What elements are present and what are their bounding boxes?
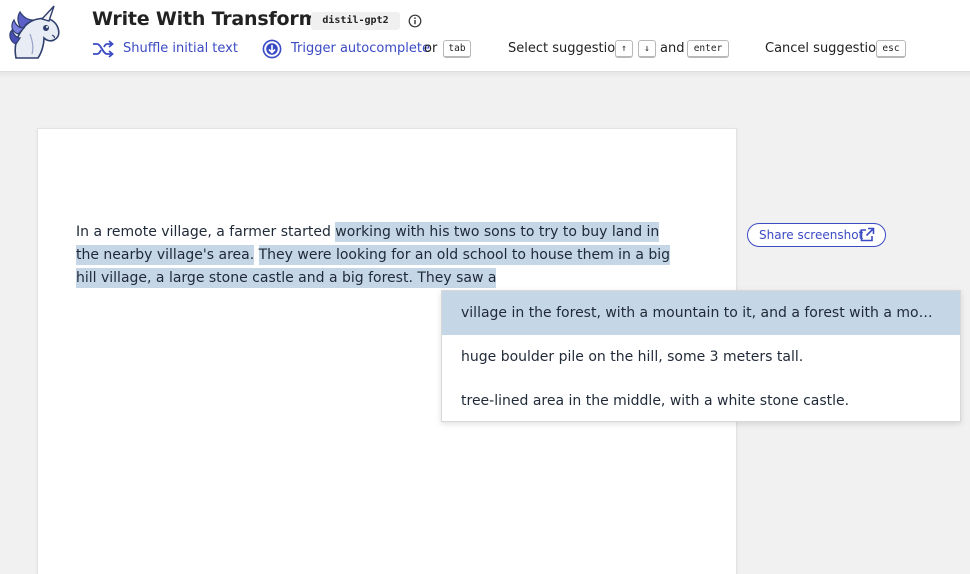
suggestion-item-selected[interactable]: village in the forest, with a mountain t…: [442, 291, 960, 335]
suggestion-item[interactable]: tree-lined area in the middle, with a wh…: [442, 379, 960, 423]
down-key-hint: ↓: [638, 40, 656, 58]
suggestion-item[interactable]: huge boulder pile on the hill, some 3 me…: [442, 335, 960, 379]
esc-key-hint: esc: [876, 40, 906, 58]
info-icon[interactable]: [408, 14, 422, 28]
external-link-icon: [860, 227, 875, 242]
share-screenshot-label: Share screenshot: [759, 228, 864, 242]
enter-key-hint: enter: [687, 40, 729, 58]
tab-key-hint: tab: [443, 40, 471, 58]
header-shadow: [0, 72, 970, 78]
trigger-autocomplete-button[interactable]: Trigger autocomplete: [291, 40, 430, 58]
model-badge: distil-gpt2: [311, 12, 400, 30]
select-suggestion-label: Select suggestion: [508, 41, 624, 56]
up-key-hint: ↑: [615, 40, 633, 58]
arrow-down-circle-icon[interactable]: [262, 39, 282, 59]
share-screenshot-button[interactable]: Share screenshot: [747, 223, 886, 247]
unicorn-logo[interactable]: [8, 4, 70, 62]
suggestion-dropdown: village in the forest, with a mountain t…: [441, 290, 961, 422]
app-header: Write With Transformer distil-gpt2 Shuff…: [0, 0, 970, 72]
shuffle-icon[interactable]: [92, 40, 114, 58]
or-label: or: [424, 41, 438, 56]
prompt-text: In a remote village, a farmer started: [76, 224, 331, 240]
page-title: Write With Transformer: [92, 8, 341, 30]
editor-content[interactable]: In a remote village, a farmer started wo…: [76, 221, 676, 290]
cancel-suggestion-label: Cancel suggestion: [765, 41, 885, 56]
and-label: and: [660, 41, 685, 56]
shuffle-initial-text-button[interactable]: Shuffle initial text: [123, 40, 238, 58]
